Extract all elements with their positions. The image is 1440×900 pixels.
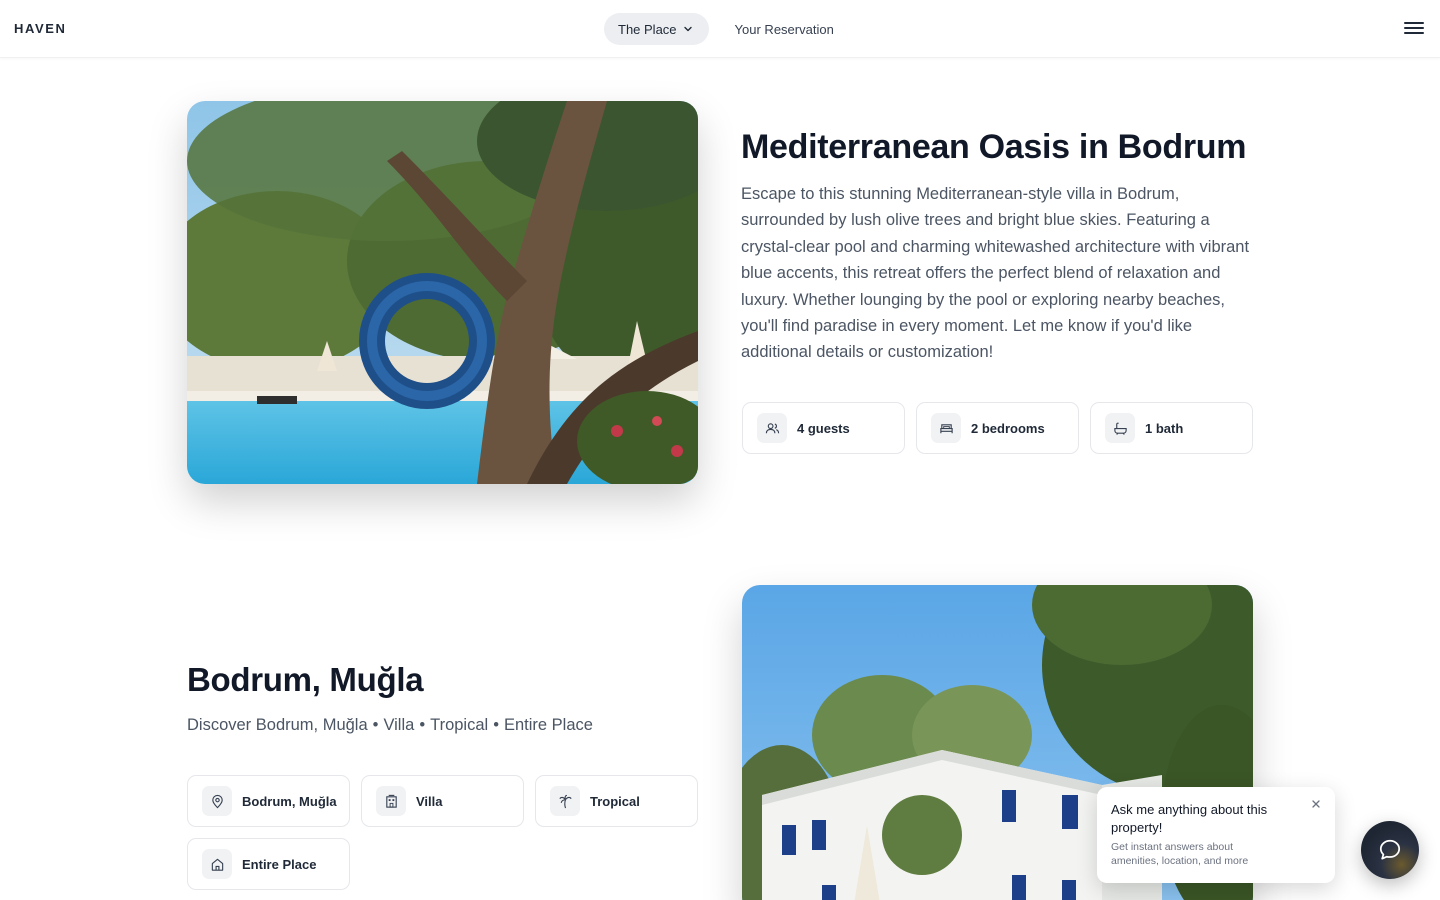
tag-entire-place-label: Entire Place [242,856,317,872]
top-navbar: HAVEN The Place Your Reservation [0,0,1440,58]
feature-guests: 4 guests [742,402,905,454]
separator-dot: • [372,716,379,734]
feature-bedrooms: 2 bedrooms [916,402,1079,454]
brand-logo[interactable]: HAVEN [14,21,67,36]
home-icon [202,849,232,879]
chat-bubble-icon [1379,839,1401,860]
nav-the-place[interactable]: The Place [604,13,709,45]
location-subtitle-style: Tropical [430,716,489,734]
bed-icon [931,413,961,443]
feature-bath: 1 bath [1090,402,1253,454]
feature-bath-label: 1 bath [1145,420,1184,436]
separator-dot: • [419,716,426,734]
nav-the-place-label: The Place [618,21,677,37]
chat-prompt-subtext: Get instant answers about amenities, loc… [1111,841,1249,867]
listing-title: Mediterranean Oasis in Bodrum [741,128,1247,166]
location-subtitle-prefix: Discover Bodrum, Muğla [187,716,368,734]
chat-launcher-button[interactable] [1361,821,1419,879]
feature-guests-label: 4 guests [797,420,850,436]
listing-description: Escape to this stunning Mediterranean-st… [741,185,1250,362]
chat-prompt-question: Ask me anything about this property! [1111,802,1268,835]
tag-tropical-label: Tropical [590,793,640,809]
location-subtitle-space: Entire Place [503,716,593,734]
building-icon [376,786,406,816]
tag-location: Bodrum, Muğla [187,775,350,827]
location-subtitle-type: Villa [383,716,415,734]
close-icon[interactable] [1309,797,1323,811]
main-nav: The Place Your Reservation [604,13,852,45]
palm-tree-icon [550,786,580,816]
chevron-down-icon [683,26,692,32]
users-icon [757,413,787,443]
nav-your-reservation[interactable]: Your Reservation [717,13,852,45]
tag-villa-label: Villa [416,793,443,809]
tag-villa: Villa [361,775,524,827]
tag-tropical: Tropical [535,775,698,827]
location-title: Bodrum, Muğla [187,661,424,698]
separator-dot: • [493,716,499,734]
map-pin-icon [202,786,232,816]
location-subtitle: Discover Bodrum, Muğla • Villa • Tropical • En… [187,716,593,735]
tag-entire-place: Entire Place [187,838,350,890]
tag-location-label: Bodrum, Muğla [242,793,337,809]
chat-prompt-popup[interactable]: Ask me anything about this property! Get… [1097,787,1335,883]
bath-icon [1105,413,1135,443]
feature-bedrooms-label: 2 bedrooms [971,420,1045,436]
listing-photo-pool[interactable] [187,101,698,484]
hamburger-menu-icon[interactable] [1402,19,1426,39]
